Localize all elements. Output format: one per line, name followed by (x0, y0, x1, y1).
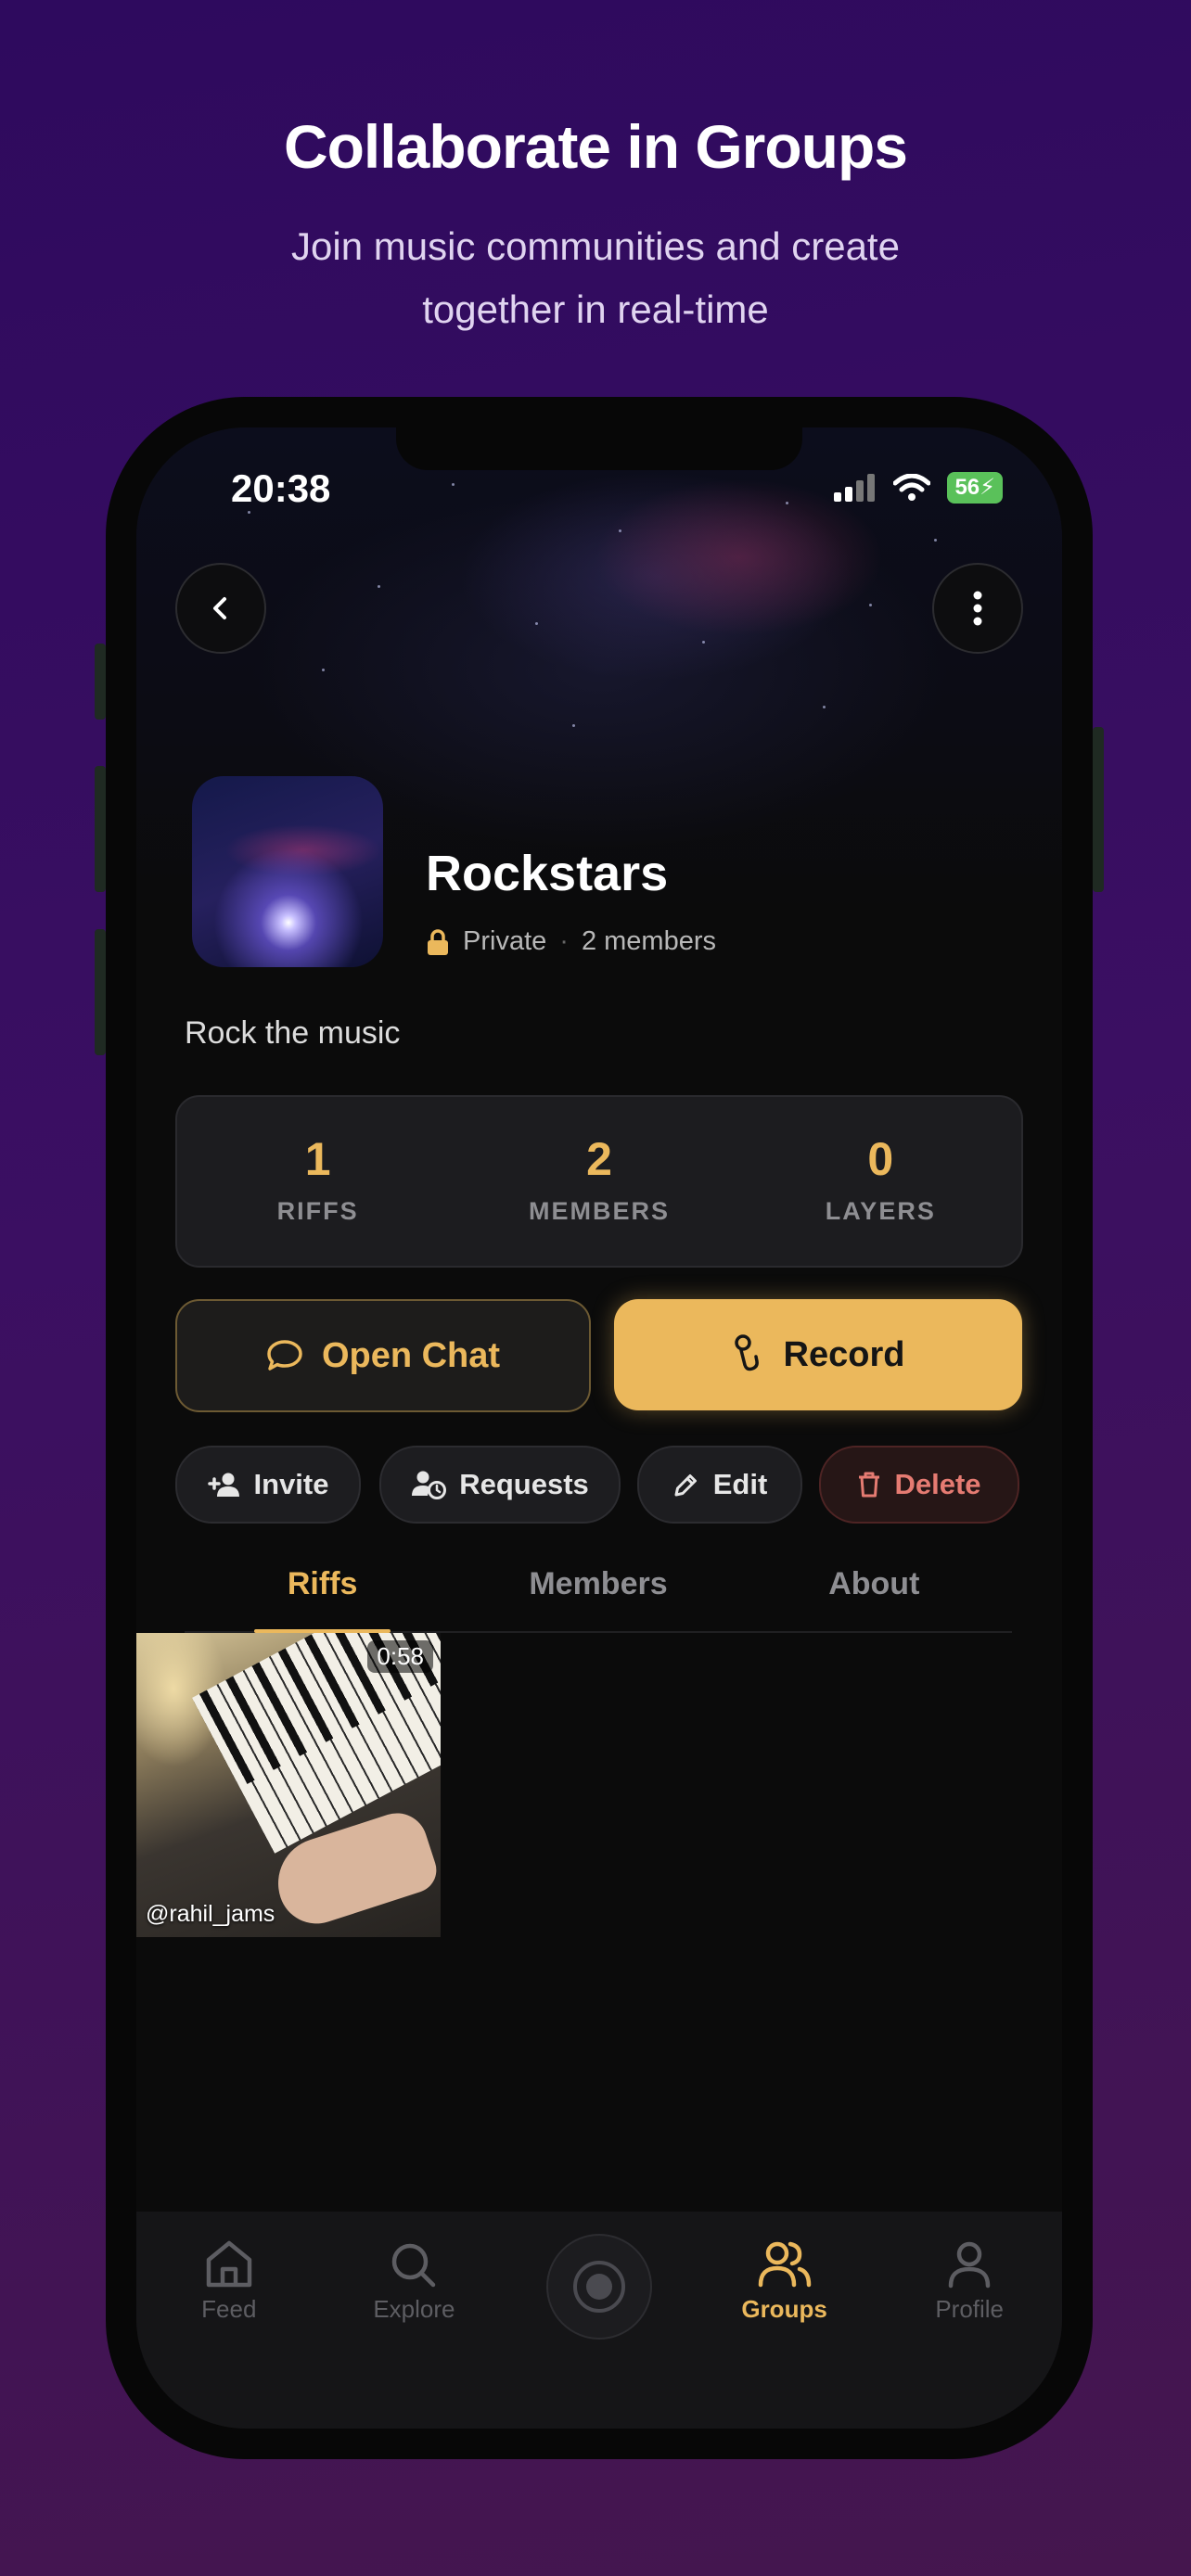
promo-subtitle-line2: together in real-time (422, 287, 769, 331)
bottom-tab-bar: Feed Explore Groups Profile (136, 2212, 1062, 2429)
stat-layers: 0 LAYERS (740, 1097, 1021, 1266)
stats-card: 1 RIFFS 2 MEMBERS 0 LAYERS (175, 1095, 1023, 1268)
battery-indicator: 56⚡ (947, 472, 1003, 504)
riff-thumbnail[interactable]: 0:58 @rahil_jams (136, 1633, 441, 1937)
group-members-count: 2 members (581, 926, 716, 956)
tab-about[interactable]: About (736, 1540, 1012, 1631)
delete-button[interactable]: Delete (819, 1446, 1019, 1524)
delete-label: Delete (894, 1468, 981, 1500)
nav-explore[interactable]: Explore (322, 2212, 507, 2429)
stat-label: MEMBERS (528, 1197, 670, 1225)
status-icons: 56⚡ (834, 472, 1003, 504)
phone-side-button (95, 929, 106, 1055)
stat-label: RIFFS (276, 1197, 359, 1225)
open-chat-label: Open Chat (321, 1335, 501, 1375)
trash-icon (859, 1472, 880, 1498)
more-vertical-icon (973, 591, 982, 626)
signal-icon (834, 474, 876, 502)
chat-bubble-icon (267, 1340, 302, 1371)
tab-riffs[interactable]: Riffs (185, 1540, 460, 1633)
microphone-icon (734, 1334, 759, 1371)
nav-feed-label: Feed (201, 2295, 257, 2323)
edit-button[interactable]: Edit (637, 1446, 802, 1524)
record-center-button[interactable] (545, 2234, 652, 2340)
more-options-button[interactable] (932, 563, 1023, 654)
app-screen: 20:38 56⚡ Rockstars Private · 2 members … (136, 427, 1062, 2429)
phone-side-button (1093, 727, 1104, 892)
edit-label: Edit (712, 1468, 768, 1500)
phone-side-button (95, 644, 106, 720)
nav-groups-label: Groups (741, 2295, 827, 2323)
group-name: Rockstars (426, 846, 669, 901)
group-description: Rock the music (185, 1015, 401, 1051)
users-icon (758, 2241, 811, 2288)
promo-title: Collaborate in Groups (283, 112, 908, 181)
content-tabs: Riffs Members About (185, 1540, 1012, 1633)
pencil-icon (674, 1474, 697, 1497)
open-chat-button[interactable]: Open Chat (175, 1299, 591, 1412)
nav-explore-label: Explore (373, 2295, 455, 2323)
record-circle-icon (572, 2261, 625, 2313)
status-time: 20:38 (231, 466, 331, 510)
nav-groups[interactable]: Groups (692, 2212, 877, 2429)
user-clock-icon (412, 1471, 447, 1499)
group-meta: Private · 2 members (426, 926, 716, 957)
nav-profile[interactable]: Profile (877, 2212, 1062, 2429)
nav-feed[interactable]: Feed (136, 2212, 322, 2429)
record-button[interactable]: Record (614, 1299, 1022, 1410)
invite-button[interactable]: Invite (175, 1446, 361, 1524)
stat-value: 0 (867, 1133, 894, 1185)
user-plus-icon (207, 1473, 239, 1497)
stat-value: 2 (586, 1133, 612, 1185)
meta-separator: · (559, 926, 569, 956)
record-label: Record (783, 1334, 905, 1374)
battery-level: 56 (954, 475, 980, 500)
riff-duration: 0:58 (367, 1640, 433, 1673)
invite-label: Invite (253, 1468, 329, 1500)
wifi-icon (893, 474, 931, 501)
search-icon (392, 2243, 436, 2288)
promo-subtitle: Join music communities and create togeth… (0, 215, 1191, 341)
requests-button[interactable]: Requests (379, 1446, 621, 1524)
nav-record[interactable] (506, 2212, 692, 2429)
nav-profile-label: Profile (935, 2295, 1005, 2323)
user-icon (948, 2241, 991, 2289)
stat-riffs: 1 RIFFS (177, 1097, 458, 1266)
home-icon (206, 2240, 252, 2288)
riff-username: @rahil_jams (146, 1901, 275, 1927)
phone-frame: 20:38 56⚡ Rockstars Private · 2 members … (95, 397, 1104, 2459)
phone-side-button (95, 766, 106, 892)
promo-subtitle-line1: Join music communities and create (291, 224, 900, 268)
stat-label: LAYERS (825, 1197, 936, 1225)
phone-notch (396, 427, 802, 470)
group-privacy: Private (463, 926, 547, 956)
group-avatar (192, 776, 383, 967)
stat-members: 2 MEMBERS (458, 1097, 739, 1266)
stat-value: 1 (304, 1133, 331, 1185)
back-button[interactable] (175, 563, 266, 654)
requests-label: Requests (459, 1468, 589, 1500)
chevron-left-icon (213, 597, 226, 619)
tab-members[interactable]: Members (460, 1540, 736, 1631)
lock-icon (428, 928, 448, 955)
